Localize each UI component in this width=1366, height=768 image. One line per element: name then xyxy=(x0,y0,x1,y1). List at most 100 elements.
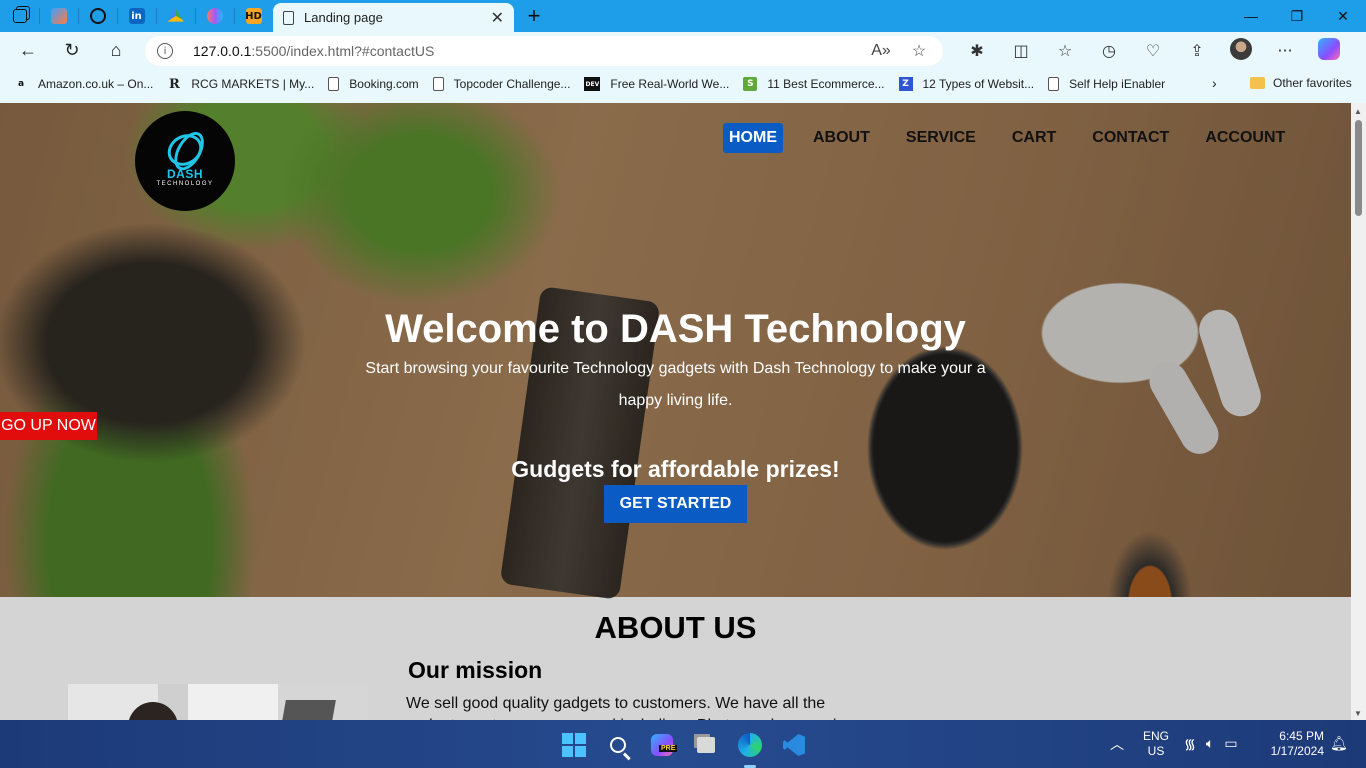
favorite-label: RCG MARKETS | My... xyxy=(191,77,315,91)
share-icon[interactable]: ⇪ xyxy=(1175,41,1219,60)
site-nav: HOME ABOUT SERVICE CART CONTACT ACCOUNT xyxy=(723,123,1291,153)
favorites-icon[interactable]: ☆ xyxy=(1043,41,1087,60)
quick-settings[interactable]: ᯾ 🔈︎ ▭ xyxy=(1184,720,1248,768)
person-image xyxy=(128,702,178,720)
hero-text: Start browsing your favourite Technology… xyxy=(365,360,986,409)
browser-toolbar: ← ↻ ⌂ i 127.0.0.1:5500/index.html?#conta… xyxy=(0,32,1366,69)
favorite-zety[interactable]: Z 12 Types of Websit... xyxy=(898,77,1035,91)
refresh-button[interactable]: ↻ xyxy=(50,32,94,69)
pinned-tab-2[interactable] xyxy=(78,0,117,32)
tab-landing-page[interactable]: Landing page ✕ xyxy=(273,3,514,32)
clock[interactable]: 6:45 PM 1/17/2024 xyxy=(1262,720,1324,768)
scroll-down-arrow-icon[interactable]: ▼ xyxy=(1354,709,1362,718)
show-hidden-icons-button[interactable]: ︿ xyxy=(1110,720,1124,768)
read-aloud-icon[interactable]: A» xyxy=(869,42,893,60)
task-view-icon xyxy=(697,737,715,753)
amazon-icon: a xyxy=(17,79,25,89)
hero-subtitle: Gudgets for affordable prizes! xyxy=(511,456,840,482)
hd-icon: HD xyxy=(245,8,262,24)
pinned-tab-1[interactable] xyxy=(39,0,78,32)
start-button[interactable] xyxy=(561,732,587,758)
region-code: US xyxy=(1147,744,1165,758)
back-arrow-icon: ← xyxy=(19,40,37,60)
page-icon xyxy=(432,77,444,91)
close-tab-icon[interactable]: ✕ xyxy=(491,8,504,28)
scroll-up-arrow-icon[interactable]: ▲ xyxy=(1354,107,1362,116)
copilot-button[interactable] xyxy=(1307,37,1351,64)
page-icon xyxy=(328,77,340,91)
site-info-icon[interactable]: i xyxy=(157,43,173,59)
wifi-icon: ᯾ xyxy=(1184,736,1196,753)
home-icon: ⌂ xyxy=(110,40,122,60)
favorite-booking[interactable]: Booking.com xyxy=(328,77,419,91)
favorite-rcg[interactable]: R RCG MARKETS | My... xyxy=(167,76,315,92)
vscode-icon xyxy=(783,734,805,756)
notifications-button[interactable]: 🔔︎ xyxy=(1330,720,1348,768)
nav-about[interactable]: ABOUT xyxy=(807,123,876,153)
favorite-dev[interactable]: DEV Free Real-World We... xyxy=(584,77,729,91)
minimize-button[interactable]: — xyxy=(1228,0,1274,32)
favorite-shopify[interactable]: S 11 Best Ecommerce... xyxy=(743,77,885,91)
favorite-amazon[interactable]: a Amazon.co.uk – On... xyxy=(14,77,153,91)
language-indicator[interactable]: ENG US xyxy=(1143,720,1169,768)
more-menu-icon[interactable]: ··· xyxy=(1263,41,1307,60)
nav-home[interactable]: HOME xyxy=(723,123,783,153)
figma-icon xyxy=(206,8,223,24)
extensions-icon[interactable]: ✱ xyxy=(955,41,999,60)
plus-icon: + xyxy=(527,3,541,28)
close-window-button[interactable]: ✕ xyxy=(1320,0,1366,32)
get-started-button[interactable]: GET STARTED xyxy=(604,485,747,523)
favorite-label: Free Real-World We... xyxy=(610,77,730,91)
clock-date: 1/17/2024 xyxy=(1270,744,1324,758)
history-icon[interactable]: ◷ xyxy=(1087,41,1131,60)
drive-icon xyxy=(167,8,184,22)
back-button[interactable]: ← xyxy=(6,32,50,69)
vscode-taskbar-button[interactable] xyxy=(781,732,807,758)
github-icon xyxy=(89,8,106,24)
scroll-thumb[interactable] xyxy=(1355,120,1362,216)
pinned-tab-3[interactable]: in xyxy=(117,0,156,32)
laptop-image xyxy=(278,700,336,720)
page-icon xyxy=(1048,77,1060,91)
preview-badge: PRE xyxy=(659,745,678,752)
task-view-button[interactable] xyxy=(693,732,719,758)
tab-actions-button[interactable] xyxy=(0,0,39,32)
home-button[interactable]: ⌂ xyxy=(94,32,138,69)
favorite-label: Amazon.co.uk – On... xyxy=(38,77,154,91)
pen-app-icon xyxy=(50,8,67,24)
address-bar[interactable]: i 127.0.0.1:5500/index.html?#contactUS A… xyxy=(145,36,943,66)
favorite-self-help[interactable]: Self Help iEnabler xyxy=(1048,77,1165,91)
folder-icon xyxy=(1250,77,1265,89)
pinned-tab-6[interactable]: HD xyxy=(234,0,273,32)
other-favorites-label: Other favorites xyxy=(1273,76,1352,90)
go-up-button[interactable]: GO UP NOW xyxy=(0,412,97,440)
favorite-topcoder[interactable]: Topcoder Challenge... xyxy=(432,77,570,91)
battery-icon: ▭ xyxy=(1224,736,1238,752)
more-favorites-chevron-icon[interactable]: › xyxy=(1212,75,1217,91)
favorite-star-icon[interactable]: ☆ xyxy=(907,41,931,61)
search-button[interactable] xyxy=(605,732,631,758)
edge-taskbar-button[interactable] xyxy=(737,732,763,758)
restore-button[interactable]: ❐ xyxy=(1274,0,1320,32)
copilot-taskbar-button[interactable]: PRE xyxy=(649,732,678,758)
url-text[interactable]: 127.0.0.1:5500/index.html?#contactUS xyxy=(193,43,855,59)
pinned-tab-4[interactable] xyxy=(156,0,195,32)
avatar xyxy=(1230,37,1252,60)
rcg-icon: R xyxy=(168,76,180,92)
profile-button[interactable] xyxy=(1219,37,1263,64)
site-logo[interactable]: DASH TECHNOLOGY xyxy=(135,111,235,211)
browser-essentials-icon[interactable]: ♡ xyxy=(1131,41,1175,60)
favorite-label: 12 Types of Websit... xyxy=(922,77,1035,91)
mission-text: We sell good quality gadgets to customer… xyxy=(406,695,854,720)
shopify-icon: S xyxy=(743,77,758,91)
nav-service[interactable]: SERVICE xyxy=(900,123,982,153)
mission-title: Our mission xyxy=(408,657,543,683)
page-scrollbar[interactable]: ▲ ▼ xyxy=(1351,103,1366,720)
other-favorites-folder[interactable]: Other favorites xyxy=(1250,76,1352,90)
nav-account[interactable]: ACCOUNT xyxy=(1199,123,1291,153)
nav-cart[interactable]: CART xyxy=(1006,123,1062,153)
pinned-tab-5[interactable] xyxy=(195,0,234,32)
new-tab-button[interactable]: + xyxy=(514,0,554,32)
split-screen-icon[interactable]: ◫ xyxy=(999,41,1043,60)
nav-contact[interactable]: CONTACT xyxy=(1086,123,1175,153)
